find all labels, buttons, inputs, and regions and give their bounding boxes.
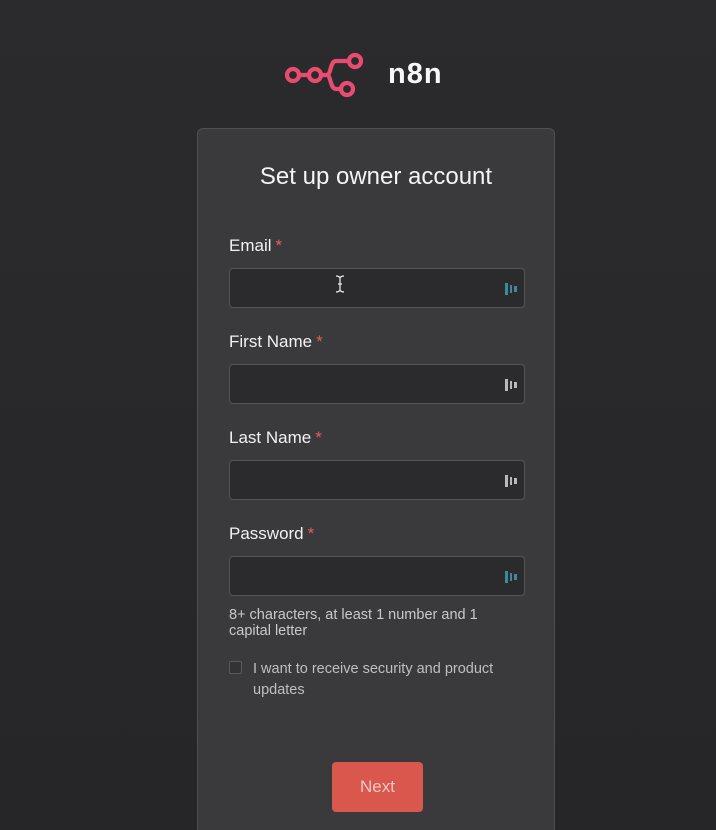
required-marker: * (315, 428, 322, 447)
password-input[interactable] (230, 557, 524, 595)
n8n-logo-icon (284, 52, 364, 98)
last-name-input[interactable] (230, 461, 524, 499)
next-button[interactable]: Next (332, 762, 423, 812)
email-label: Email * (229, 236, 283, 255)
first-name-label: First Name * (229, 332, 323, 351)
password-manager-icon[interactable] (504, 281, 518, 297)
required-marker: * (307, 524, 315, 543)
password-label: Password * (229, 524, 315, 543)
text-cursor-icon (335, 275, 345, 293)
first-name-field[interactable] (229, 364, 525, 404)
password-manager-icon[interactable] (504, 473, 518, 489)
consent-label[interactable]: I want to receive security and product u… (253, 659, 525, 701)
email-field[interactable] (229, 268, 525, 308)
password-manager-icon[interactable] (504, 569, 518, 585)
brand-header: n8n (284, 50, 443, 98)
setup-page: n8n Set up owner account Email * First N… (0, 0, 716, 830)
last-name-field[interactable] (229, 460, 525, 500)
setup-card: Set up owner account Email * First Name … (197, 128, 555, 830)
email-input[interactable] (230, 269, 524, 307)
required-marker: * (275, 236, 283, 255)
consent-checkbox[interactable] (229, 661, 242, 674)
required-marker: * (316, 332, 323, 351)
password-hint: 8+ characters, at least 1 number and 1 c… (229, 607, 478, 639)
brand-name: n8n (388, 57, 443, 90)
last-name-label: Last Name * (229, 428, 322, 447)
password-field[interactable] (229, 556, 525, 596)
card-title: Set up owner account (259, 163, 493, 190)
password-manager-icon[interactable] (504, 377, 518, 393)
first-name-input[interactable] (230, 365, 524, 403)
